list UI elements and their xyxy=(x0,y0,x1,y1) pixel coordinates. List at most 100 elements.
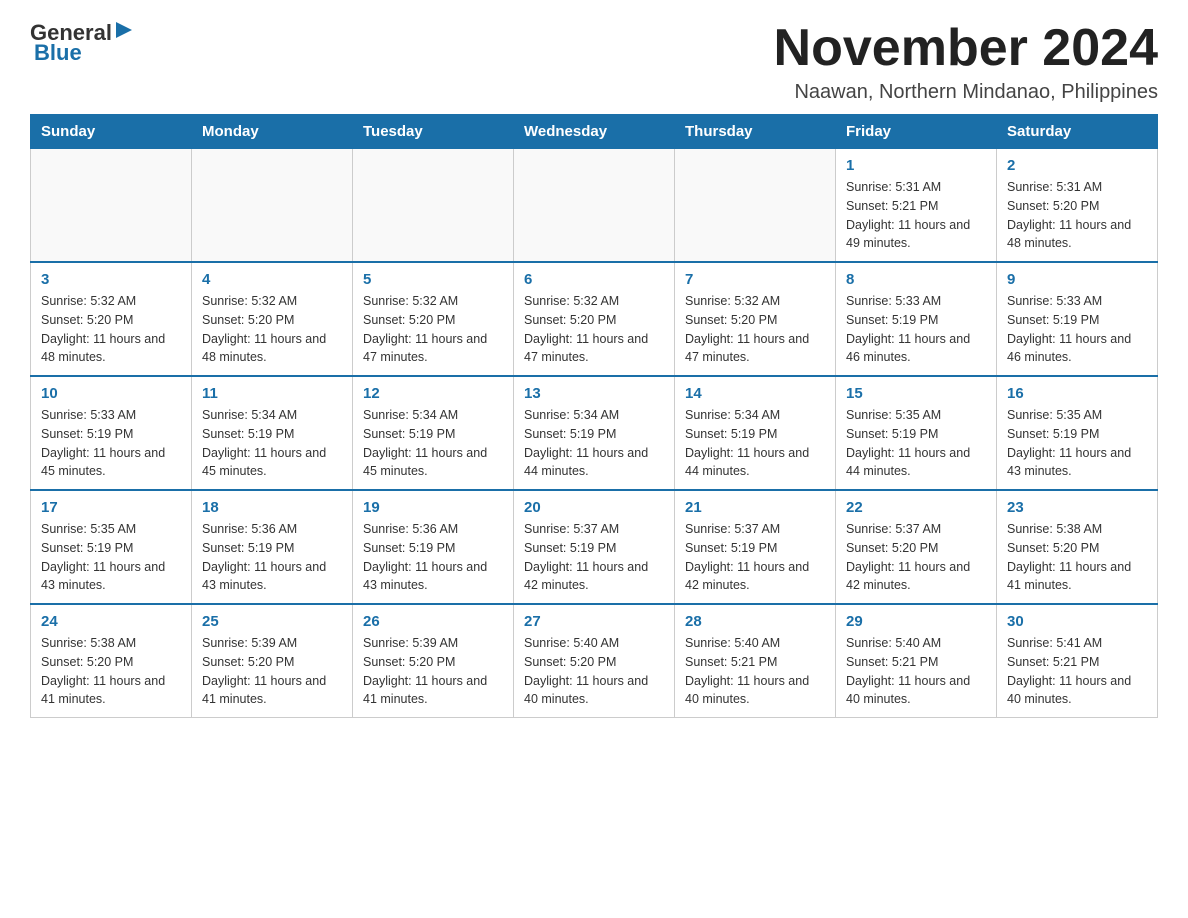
day-number: 9 xyxy=(1007,271,1147,288)
calendar-cell: 3 Sunrise: 5:32 AM Sunset: 5:20 PM Daylig… xyxy=(31,262,192,376)
day-number: 29 xyxy=(846,613,986,630)
calendar-cell: 17 Sunrise: 5:35 AM Sunset: 5:19 PM Dayli… xyxy=(31,490,192,604)
calendar-cell: 16 Sunrise: 5:35 AM Sunset: 5:19 PM Dayli… xyxy=(997,376,1158,490)
week-row-3: 10 Sunrise: 5:33 AM Sunset: 5:19 PM Dayli… xyxy=(31,376,1158,490)
day-number: 30 xyxy=(1007,613,1147,630)
day-info: Sunrise: 5:34 AM Sunset: 5:19 PM Dayligh… xyxy=(524,406,664,481)
calendar-cell: 22 Sunrise: 5:37 AM Sunset: 5:20 PM Dayli… xyxy=(836,490,997,604)
day-info: Sunrise: 5:34 AM Sunset: 5:19 PM Dayligh… xyxy=(202,406,342,481)
day-info: Sunrise: 5:37 AM Sunset: 5:20 PM Dayligh… xyxy=(846,520,986,595)
calendar-cell: 15Sunrise: 5:35 AM Sunset: 5:19 PM Dayli… xyxy=(836,376,997,490)
calendar-table: SundayMondayTuesdayWednesdayThursdayFrid… xyxy=(30,114,1158,718)
day-info: Sunrise: 5:31 AM Sunset: 5:20 PM Dayligh… xyxy=(1007,178,1147,253)
week-row-4: 17 Sunrise: 5:35 AM Sunset: 5:19 PM Dayli… xyxy=(31,490,1158,604)
day-info: Sunrise: 5:35 AM Sunset: 5:19 PM Dayligh… xyxy=(1007,406,1147,481)
calendar-cell: 8 Sunrise: 5:33 AM Sunset: 5:19 PM Daylig… xyxy=(836,262,997,376)
day-info: Sunrise: 5:35 AM Sunset: 5:19 PM Dayligh… xyxy=(846,406,986,481)
day-number: 28 xyxy=(685,613,825,630)
calendar-cell: 21 Sunrise: 5:37 AM Sunset: 5:19 PM Dayli… xyxy=(675,490,836,604)
day-info: Sunrise: 5:31 AM Sunset: 5:21 PM Dayligh… xyxy=(846,178,986,253)
calendar-cell: 26 Sunrise: 5:39 AM Sunset: 5:20 PM Dayli… xyxy=(353,604,514,718)
day-info: Sunrise: 5:33 AM Sunset: 5:19 PM Dayligh… xyxy=(846,292,986,367)
calendar-cell: 14Sunrise: 5:34 AM Sunset: 5:19 PM Dayli… xyxy=(675,376,836,490)
calendar-cell xyxy=(353,149,514,263)
day-header-tuesday: Tuesday xyxy=(353,115,514,149)
day-number: 3 xyxy=(41,271,181,288)
day-number: 21 xyxy=(685,499,825,516)
day-info: Sunrise: 5:39 AM Sunset: 5:20 PM Dayligh… xyxy=(363,634,503,709)
calendar-cell: 4 Sunrise: 5:32 AM Sunset: 5:20 PM Daylig… xyxy=(192,262,353,376)
logo-arrow-icon xyxy=(114,20,134,40)
day-number: 2 xyxy=(1007,157,1147,174)
calendar-cell xyxy=(31,149,192,263)
calendar-cell xyxy=(514,149,675,263)
calendar-cell: 2 Sunrise: 5:31 AM Sunset: 5:20 PM Daylig… xyxy=(997,149,1158,263)
day-number: 7 xyxy=(685,271,825,288)
day-number: 25 xyxy=(202,613,342,630)
day-info: Sunrise: 5:37 AM Sunset: 5:19 PM Dayligh… xyxy=(524,520,664,595)
day-number: 18 xyxy=(202,499,342,516)
day-number: 26 xyxy=(363,613,503,630)
day-number: 23 xyxy=(1007,499,1147,516)
week-row-5: 24Sunrise: 5:38 AM Sunset: 5:20 PM Dayli… xyxy=(31,604,1158,718)
day-info: Sunrise: 5:32 AM Sunset: 5:20 PM Dayligh… xyxy=(363,292,503,367)
day-number: 10 xyxy=(41,385,181,402)
calendar-cell: 18Sunrise: 5:36 AM Sunset: 5:19 PM Dayli… xyxy=(192,490,353,604)
day-number: 27 xyxy=(524,613,664,630)
day-header-wednesday: Wednesday xyxy=(514,115,675,149)
day-number: 17 xyxy=(41,499,181,516)
day-header-sunday: Sunday xyxy=(31,115,192,149)
day-info: Sunrise: 5:32 AM Sunset: 5:20 PM Dayligh… xyxy=(685,292,825,367)
title-block: November 2024 Naawan, Northern Mindanao,… xyxy=(774,20,1158,104)
calendar-cell: 1 Sunrise: 5:31 AM Sunset: 5:21 PM Daylig… xyxy=(836,149,997,263)
calendar-cell: 6 Sunrise: 5:32 AM Sunset: 5:20 PM Daylig… xyxy=(514,262,675,376)
day-header-friday: Friday xyxy=(836,115,997,149)
calendar-cell: 25 Sunrise: 5:39 AM Sunset: 5:20 PM Dayli… xyxy=(192,604,353,718)
day-number: 16 xyxy=(1007,385,1147,402)
calendar-cell: 30Sunrise: 5:41 AM Sunset: 5:21 PM Dayli… xyxy=(997,604,1158,718)
calendar-cell: 20 Sunrise: 5:37 AM Sunset: 5:19 PM Dayli… xyxy=(514,490,675,604)
day-number: 1 xyxy=(846,157,986,174)
day-number: 12 xyxy=(363,385,503,402)
month-title: November 2024 xyxy=(774,20,1158,77)
day-info: Sunrise: 5:37 AM Sunset: 5:19 PM Dayligh… xyxy=(685,520,825,595)
day-number: 6 xyxy=(524,271,664,288)
page-header: General Blue November 2024 Naawan, North… xyxy=(30,20,1158,104)
day-number: 4 xyxy=(202,271,342,288)
day-info: Sunrise: 5:32 AM Sunset: 5:20 PM Dayligh… xyxy=(41,292,181,367)
day-info: Sunrise: 5:35 AM Sunset: 5:19 PM Dayligh… xyxy=(41,520,181,595)
day-number: 5 xyxy=(363,271,503,288)
day-info: Sunrise: 5:40 AM Sunset: 5:20 PM Dayligh… xyxy=(524,634,664,709)
calendar-cell: 29 Sunrise: 5:40 AM Sunset: 5:21 PM Dayli… xyxy=(836,604,997,718)
week-row-1: 1 Sunrise: 5:31 AM Sunset: 5:21 PM Daylig… xyxy=(31,149,1158,263)
day-info: Sunrise: 5:32 AM Sunset: 5:20 PM Dayligh… xyxy=(524,292,664,367)
day-info: Sunrise: 5:32 AM Sunset: 5:20 PM Dayligh… xyxy=(202,292,342,367)
calendar-cell: 13Sunrise: 5:34 AM Sunset: 5:19 PM Dayli… xyxy=(514,376,675,490)
day-number: 19 xyxy=(363,499,503,516)
calendar-cell: 11 Sunrise: 5:34 AM Sunset: 5:19 PM Dayli… xyxy=(192,376,353,490)
day-info: Sunrise: 5:34 AM Sunset: 5:19 PM Dayligh… xyxy=(363,406,503,481)
day-header-saturday: Saturday xyxy=(997,115,1158,149)
day-number: 22 xyxy=(846,499,986,516)
day-number: 8 xyxy=(846,271,986,288)
location-title: Naawan, Northern Mindanao, Philippines xyxy=(774,81,1158,104)
day-number: 20 xyxy=(524,499,664,516)
day-info: Sunrise: 5:39 AM Sunset: 5:20 PM Dayligh… xyxy=(202,634,342,709)
day-info: Sunrise: 5:33 AM Sunset: 5:19 PM Dayligh… xyxy=(41,406,181,481)
day-info: Sunrise: 5:34 AM Sunset: 5:19 PM Dayligh… xyxy=(685,406,825,481)
day-info: Sunrise: 5:40 AM Sunset: 5:21 PM Dayligh… xyxy=(846,634,986,709)
day-info: Sunrise: 5:33 AM Sunset: 5:19 PM Dayligh… xyxy=(1007,292,1147,367)
calendar-cell: 24Sunrise: 5:38 AM Sunset: 5:20 PM Dayli… xyxy=(31,604,192,718)
day-header-monday: Monday xyxy=(192,115,353,149)
calendar-cell: 9 Sunrise: 5:33 AM Sunset: 5:19 PM Daylig… xyxy=(997,262,1158,376)
day-info: Sunrise: 5:36 AM Sunset: 5:19 PM Dayligh… xyxy=(363,520,503,595)
day-info: Sunrise: 5:38 AM Sunset: 5:20 PM Dayligh… xyxy=(41,634,181,709)
logo-blue-text: Blue xyxy=(34,40,82,66)
calendar-cell: 19 Sunrise: 5:36 AM Sunset: 5:19 PM Dayli… xyxy=(353,490,514,604)
day-info: Sunrise: 5:40 AM Sunset: 5:21 PM Dayligh… xyxy=(685,634,825,709)
logo: General Blue xyxy=(30,20,134,66)
day-number: 11 xyxy=(202,385,342,402)
day-header-thursday: Thursday xyxy=(675,115,836,149)
calendar-cell: 7 Sunrise: 5:32 AM Sunset: 5:20 PM Daylig… xyxy=(675,262,836,376)
week-row-2: 3 Sunrise: 5:32 AM Sunset: 5:20 PM Daylig… xyxy=(31,262,1158,376)
